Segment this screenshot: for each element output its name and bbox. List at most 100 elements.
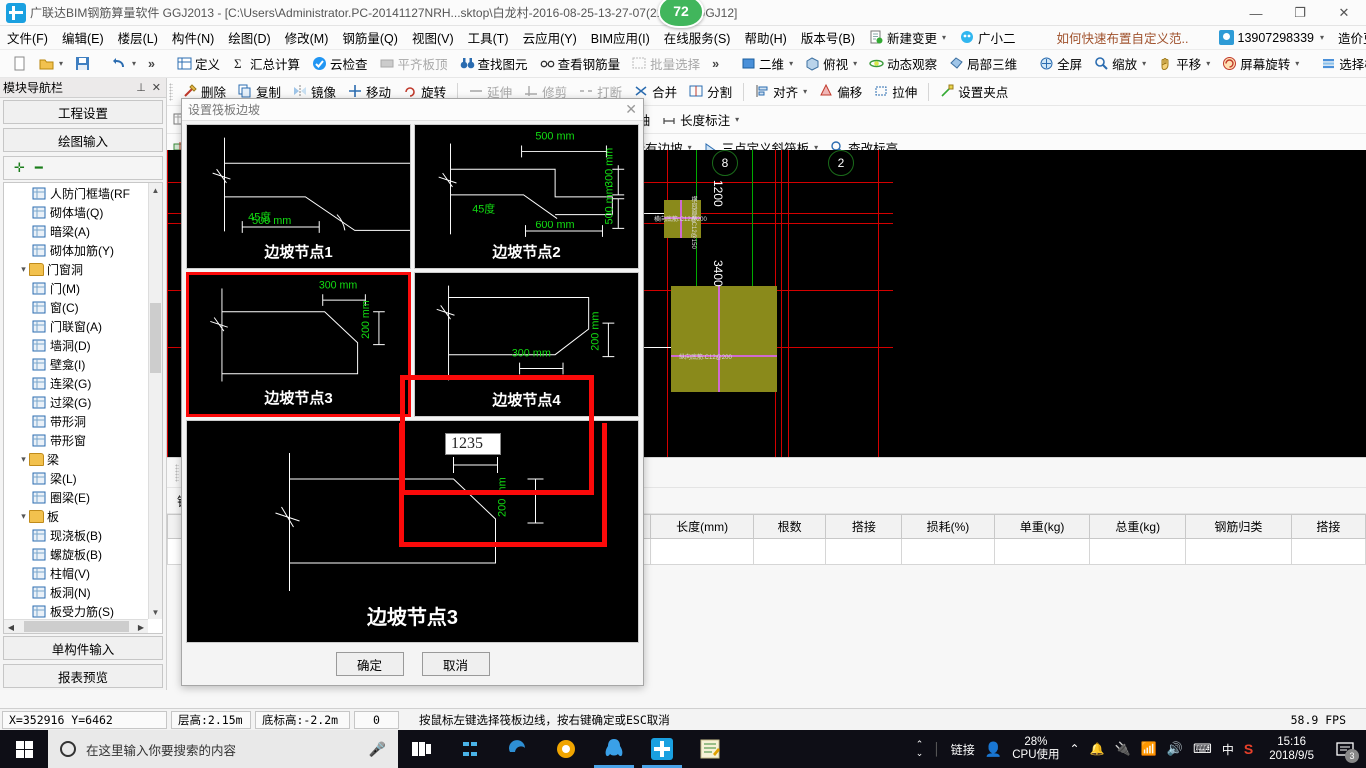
guangxiaoer-button[interactable]: 广小二 — [953, 25, 1023, 50]
menu-item-modify[interactable]: 修改(M) — [278, 25, 336, 50]
tray-chevron-up-icon[interactable]: ⌃ — [1070, 742, 1080, 756]
taskbar-app-ggj[interactable] — [638, 730, 686, 768]
pin-icon[interactable]: ⊥ — [136, 81, 146, 94]
tree-item-8[interactable]: 墙洞(D) — [4, 336, 148, 355]
select-floor-button[interactable]: 选择楼层 — [1315, 52, 1366, 75]
slope-node-4[interactable]: 300 mm 200 mm 边坡节点4 — [414, 272, 639, 417]
grid-col-loss[interactable]: 损耗(%) — [901, 514, 995, 539]
slope-settings-dialog[interactable]: 设置筏板边坡 ✕ 45度 800 mm — [181, 98, 644, 686]
cell-length[interactable] — [650, 538, 754, 565]
tree-item-13[interactable]: 带形窗 — [4, 431, 148, 450]
menu-item-tools[interactable]: 工具(T) — [461, 25, 516, 50]
find-element-button[interactable]: 查找图元 — [454, 52, 534, 75]
tree-item-17[interactable]: ▾ 板 — [4, 507, 148, 526]
tree-item-21[interactable]: 板洞(N) — [4, 583, 148, 602]
taskbar-clock[interactable]: 15:16 2018/9/5 — [1263, 735, 1320, 763]
microphone-icon[interactable]: 🎤 — [369, 741, 386, 758]
grid-col-category[interactable]: 钢筋归类 — [1185, 514, 1292, 539]
tree-item-20[interactable]: 柱帽(V) — [4, 564, 148, 583]
tree-expander-icon[interactable]: ▾ — [18, 454, 29, 465]
topview-chevron-down-icon[interactable]: ▾ — [853, 59, 857, 68]
define-button[interactable]: 定义 — [171, 52, 226, 75]
view2d-chevron-down-icon[interactable]: ▾ — [789, 59, 793, 68]
undo-chevron-down-icon[interactable]: ▾ — [132, 59, 136, 68]
grid-col-total-weight[interactable]: 总重(kg) — [1089, 514, 1187, 539]
tree-expander-icon[interactable]: ▾ — [18, 511, 29, 522]
summary-calc-button[interactable]: Σ 汇总计算 — [226, 52, 306, 75]
ime-indicator[interactable]: 中 — [1222, 741, 1234, 758]
tree-item-2[interactable]: 暗梁(A) — [4, 222, 148, 241]
set-grip-button[interactable]: 设置夹点 — [934, 80, 1014, 103]
project-settings-button[interactable]: 工程设置 — [3, 100, 163, 124]
offset-button[interactable]: 偏移 — [813, 80, 868, 103]
dynamic-observe-button[interactable]: 动态观察 — [863, 52, 943, 75]
tree-item-6[interactable]: 窗(C) — [4, 298, 148, 317]
bell-tray-icon[interactable]: 🔔 — [1090, 742, 1105, 756]
menu-item-component[interactable]: 构件(N) — [165, 25, 221, 50]
tree-item-0[interactable]: 人防门框墙(RF — [4, 184, 148, 203]
tree-item-16[interactable]: 圈梁(E) — [4, 488, 148, 507]
wifi-icon[interactable]: 📶 — [1141, 741, 1157, 757]
open-file-button[interactable]: ▾ — [33, 54, 69, 73]
cpu-monitor[interactable]: 28% CPU使用 — [1012, 736, 1059, 762]
slope-dimension-input[interactable]: 1235 — [445, 433, 501, 455]
grid-col-count[interactable]: 根数 — [752, 514, 827, 539]
slope-node-1[interactable]: 45度 800 mm 500 mm 边坡节点1 — [186, 124, 411, 269]
hscroll-thumb[interactable] — [24, 621, 129, 632]
grid-col-unit-weight[interactable]: 单重(kg) — [993, 514, 1091, 539]
tree-item-19[interactable]: 螺旋板(B) — [4, 545, 148, 564]
screen-rotate-button[interactable]: 屏幕旋转 ▾ — [1216, 52, 1305, 75]
toolbar1-overflow-mid[interactable]: » — [706, 57, 725, 71]
cell-unit-weight[interactable] — [993, 538, 1091, 565]
slope-node-2[interactable]: 45度 500 mm 300 mm 500 mm 600 mm 边坡节点2 — [414, 124, 639, 269]
expand-all-icon[interactable]: ✛ — [14, 160, 25, 176]
tray-expand-arrows[interactable]: ⌃ ⌄ — [916, 740, 924, 758]
taskbar-app-qq[interactable] — [590, 730, 638, 768]
pan-chevron-down-icon[interactable]: ▾ — [1206, 59, 1210, 68]
tree-item-12[interactable]: 带形洞 — [4, 412, 148, 431]
menu-item-cloud[interactable]: 云应用(Y) — [516, 25, 584, 50]
menu-item-floor[interactable]: 楼层(L) — [111, 25, 165, 50]
tree-item-9[interactable]: 壁龛(I) — [4, 355, 148, 374]
local-3d-button[interactable]: 局部三维 — [943, 52, 1023, 75]
grid-col-lap[interactable]: 搭接 — [825, 514, 903, 539]
component-tree[interactable]: 人防门框墙(RF 砌体墙(Q) 暗梁(A) 砌体加筋(Y) ▾ 门窗洞 门(M) 窗(C) 门联… — [3, 182, 163, 634]
taskbar-app-edge[interactable] — [494, 730, 542, 768]
align-button[interactable]: 对齐 ▾ — [749, 80, 813, 103]
view-rebar-button[interactable]: 查看钢筋量 — [534, 52, 627, 75]
dialog-close-icon[interactable]: ✕ — [625, 101, 637, 118]
scroll-right-icon[interactable]: ▶ — [134, 620, 148, 633]
pan-button[interactable]: 平移 ▾ — [1152, 52, 1216, 75]
tree-item-3[interactable]: 砌体加筋(Y) — [4, 241, 148, 260]
task-view-button[interactable] — [398, 730, 446, 768]
taskbar-app-dingtalk[interactable] — [446, 730, 494, 768]
menu-item-file[interactable]: 文件(F) — [0, 25, 55, 50]
report-preview-button[interactable]: 报表预览 — [3, 664, 163, 688]
cell-count[interactable] — [752, 538, 827, 565]
menu-item-rebar[interactable]: 钢筋量(Q) — [335, 25, 405, 50]
grid-col-length[interactable]: 长度(mm) — [650, 514, 754, 539]
scroll-left-icon[interactable]: ◀ — [4, 620, 18, 633]
open-chevron-down-icon[interactable]: ▾ — [59, 59, 63, 68]
cancel-button[interactable]: 取消 — [421, 652, 490, 676]
rotate-chevron-down-icon[interactable]: ▾ — [1295, 59, 1299, 68]
chevron-down-icon[interactable]: ▾ — [942, 33, 946, 42]
ok-button[interactable]: 确定 — [335, 652, 404, 676]
cell-category[interactable] — [1185, 538, 1292, 565]
tree-horizontal-scrollbar[interactable]: ◀ ▶ — [4, 619, 148, 633]
menu-item-draw[interactable]: 绘图(D) — [221, 25, 277, 50]
single-component-input-button[interactable]: 单构件输入 — [3, 636, 163, 660]
battery-icon[interactable]: 🔌 — [1115, 741, 1131, 757]
taskbar-search[interactable]: 在这里输入你要搜索的内容 🎤 — [48, 730, 398, 768]
top-view-button[interactable]: 俯视 ▾ — [799, 52, 863, 75]
tree-vertical-scrollbar[interactable]: ▲ ▼ — [148, 183, 162, 619]
tree-item-5[interactable]: 门(M) — [4, 279, 148, 298]
length-dimension-button[interactable]: 长度标注 ▾ — [656, 108, 745, 131]
tree-item-22[interactable]: 板受力筋(S) — [4, 602, 148, 619]
new-file-button[interactable] — [6, 54, 33, 73]
taskbar-app-browser[interactable] — [542, 730, 590, 768]
maximize-button[interactable]: ❐ — [1278, 0, 1322, 26]
view-2d-button[interactable]: 二维 ▾ — [735, 52, 799, 75]
notification-badge[interactable]: 72 — [658, 0, 704, 28]
scroll-thumb[interactable] — [150, 303, 161, 373]
